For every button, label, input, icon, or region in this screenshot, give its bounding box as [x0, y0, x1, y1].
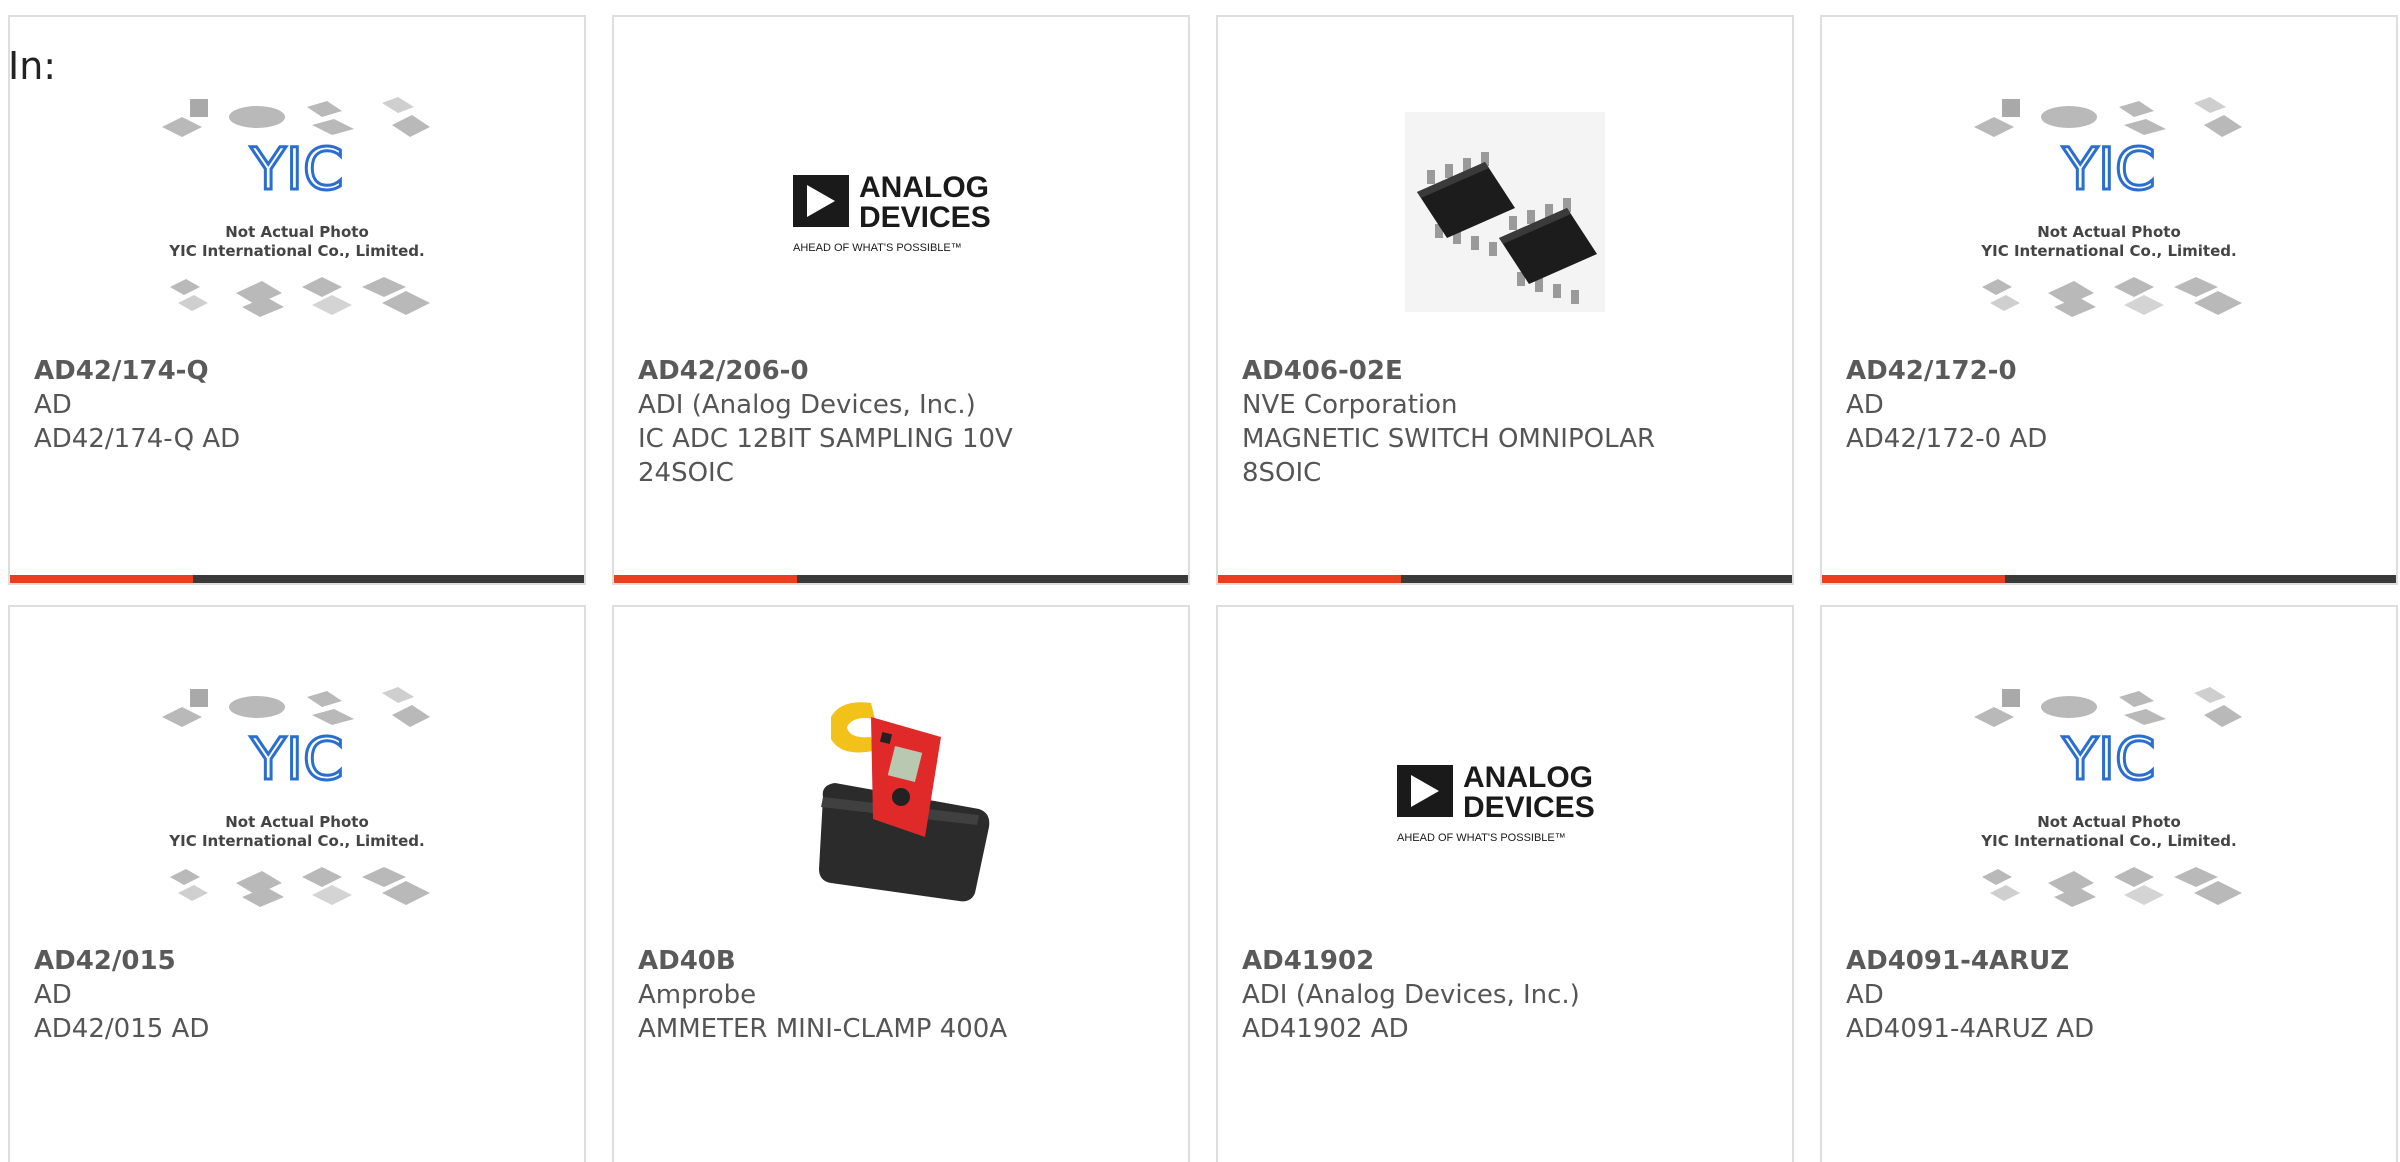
product-info: AD4091-4ARUZ AD AD4091-4ARUZ AD [1846, 944, 2372, 1046]
part-number[interactable]: AD42/174-Q [34, 354, 560, 388]
clamp-meter-photo [801, 697, 1001, 907]
not-actual-photo-text: Not Actual Photo [225, 813, 369, 831]
description: AD42/174-Q AD [34, 424, 241, 454]
product-info: AD41902 ADI (Analog Devices, Inc.) AD419… [1242, 944, 1768, 1046]
manufacturer: ADI (Analog Devices, Inc.) [638, 390, 976, 420]
adi-logo-line2: DEVICES [859, 201, 991, 234]
adi-logo-line2: DEVICES [1463, 791, 1595, 824]
product-image[interactable]: ANALOG DEVICES AHEAD OF WHAT'S POSSIBLE™ [1218, 687, 1792, 917]
adi-logo-tagline: AHEAD OF WHAT'S POSSIBLE™ [1397, 832, 1566, 844]
yic-company-text: YIC International Co., Limited. [168, 242, 424, 260]
product-card[interactable]: YIC Not Actual Photo YIC International C… [8, 15, 586, 585]
yic-placeholder-image: YIC Not Actual Photo YIC International C… [1974, 687, 2242, 907]
description: AMMETER MINI-CLAMP 400A [638, 1014, 1008, 1044]
product-card[interactable]: AD406-02E NVE Corporation MAGNETIC SWITC… [1216, 15, 1794, 585]
yic-logo-text: YIC [249, 135, 343, 203]
card-accent-bar [1822, 575, 2005, 583]
product-card[interactable]: YIC Not Actual Photo YIC International C… [8, 605, 586, 1162]
manufacturer: Amprobe [638, 980, 757, 1010]
yic-placeholder-image: YIC Not Actual Photo YIC International C… [162, 97, 430, 317]
in-label: In: [8, 44, 57, 88]
product-image[interactable]: YIC Not Actual Photo YIC International C… [10, 687, 584, 917]
part-number[interactable]: AD40B [638, 944, 1164, 978]
description: IC ADC 12BIT SAMPLING 10V 24SOIC [638, 424, 1013, 488]
not-actual-photo-text: Not Actual Photo [2037, 813, 2181, 831]
description: AD4091-4ARUZ AD [1846, 1014, 2095, 1044]
product-image[interactable] [614, 687, 1188, 917]
soic-chip-photo [1405, 112, 1605, 312]
product-image[interactable]: YIC Not Actual Photo YIC International C… [1822, 687, 2396, 917]
yic-logo-text: YIC [249, 725, 343, 793]
part-number[interactable]: AD41902 [1242, 944, 1768, 978]
part-number[interactable]: AD4091-4ARUZ [1846, 944, 2372, 978]
product-info: AD42/206-0 ADI (Analog Devices, Inc.) IC… [638, 354, 1164, 490]
description: MAGNETIC SWITCH OMNIPOLAR 8SOIC [1242, 424, 1656, 488]
product-image[interactable]: YIC Not Actual Photo YIC International C… [1822, 97, 2396, 327]
product-image[interactable] [1218, 97, 1792, 327]
card-bottom-bar [1218, 575, 1792, 583]
adi-logo-line1: ANALOG [1463, 761, 1593, 794]
analog-devices-logo: ANALOG DEVICES AHEAD OF WHAT'S POSSIBLE™ [1397, 761, 1595, 844]
product-image[interactable]: ANALOG DEVICES AHEAD OF WHAT'S POSSIBLE™ [614, 97, 1188, 327]
card-bottom-bar [614, 575, 1188, 583]
part-number[interactable]: AD42/015 [34, 944, 560, 978]
card-accent-bar [10, 575, 193, 583]
product-grid: YIC Not Actual Photo YIC International C… [8, 15, 2398, 1162]
yic-placeholder-image: YIC Not Actual Photo YIC International C… [1974, 97, 2242, 317]
manufacturer: NVE Corporation [1242, 390, 1458, 420]
card-bottom-bar [10, 575, 584, 583]
description: AD42/015 AD [34, 1014, 210, 1044]
product-info: AD42/172-0 AD AD42/172-0 AD [1846, 354, 2372, 456]
not-actual-photo-text: Not Actual Photo [225, 223, 369, 241]
product-card[interactable]: AD40B Amprobe AMMETER MINI-CLAMP 400A [612, 605, 1190, 1162]
product-card[interactable]: YIC Not Actual Photo YIC International C… [1820, 605, 2398, 1162]
part-number[interactable]: AD42/206-0 [638, 354, 1164, 388]
product-info: AD406-02E NVE Corporation MAGNETIC SWITC… [1242, 354, 1768, 490]
yic-logo-text: YIC [2061, 725, 2155, 793]
card-bottom-bar [1822, 575, 2396, 583]
description: AD41902 AD [1242, 1014, 1409, 1044]
product-info: AD42/174-Q AD AD42/174-Q AD [34, 354, 560, 456]
part-number[interactable]: AD42/172-0 [1846, 354, 2372, 388]
yic-company-text: YIC International Co., Limited. [1980, 832, 2236, 850]
product-info: AD42/015 AD AD42/015 AD [34, 944, 560, 1046]
manufacturer: AD [34, 390, 72, 420]
product-card[interactable]: ANALOG DEVICES AHEAD OF WHAT'S POSSIBLE™… [612, 15, 1190, 585]
yic-placeholder-image: YIC Not Actual Photo YIC International C… [162, 687, 430, 907]
manufacturer: ADI (Analog Devices, Inc.) [1242, 980, 1580, 1010]
product-grid-page: In: YIC Not Actual Photo YIC Internation… [0, 0, 2400, 1162]
product-card[interactable]: YIC Not Actual Photo YIC International C… [1820, 15, 2398, 585]
adi-logo-tagline: AHEAD OF WHAT'S POSSIBLE™ [793, 242, 962, 254]
yic-company-text: YIC International Co., Limited. [168, 832, 424, 850]
analog-devices-logo: ANALOG DEVICES AHEAD OF WHAT'S POSSIBLE™ [793, 171, 991, 254]
card-accent-bar [1218, 575, 1401, 583]
yic-company-text: YIC International Co., Limited. [1980, 242, 2236, 260]
description: AD42/172-0 AD [1846, 424, 2048, 454]
part-number[interactable]: AD406-02E [1242, 354, 1768, 388]
product-card[interactable]: ANALOG DEVICES AHEAD OF WHAT'S POSSIBLE™… [1216, 605, 1794, 1162]
product-image[interactable]: YIC Not Actual Photo YIC International C… [10, 97, 584, 327]
product-info: AD40B Amprobe AMMETER MINI-CLAMP 400A [638, 944, 1164, 1046]
card-accent-bar [614, 575, 797, 583]
manufacturer: AD [1846, 980, 1884, 1010]
manufacturer: AD [34, 980, 72, 1010]
yic-logo-text: YIC [2061, 135, 2155, 203]
manufacturer: AD [1846, 390, 1884, 420]
not-actual-photo-text: Not Actual Photo [2037, 223, 2181, 241]
adi-logo-line1: ANALOG [859, 171, 989, 204]
